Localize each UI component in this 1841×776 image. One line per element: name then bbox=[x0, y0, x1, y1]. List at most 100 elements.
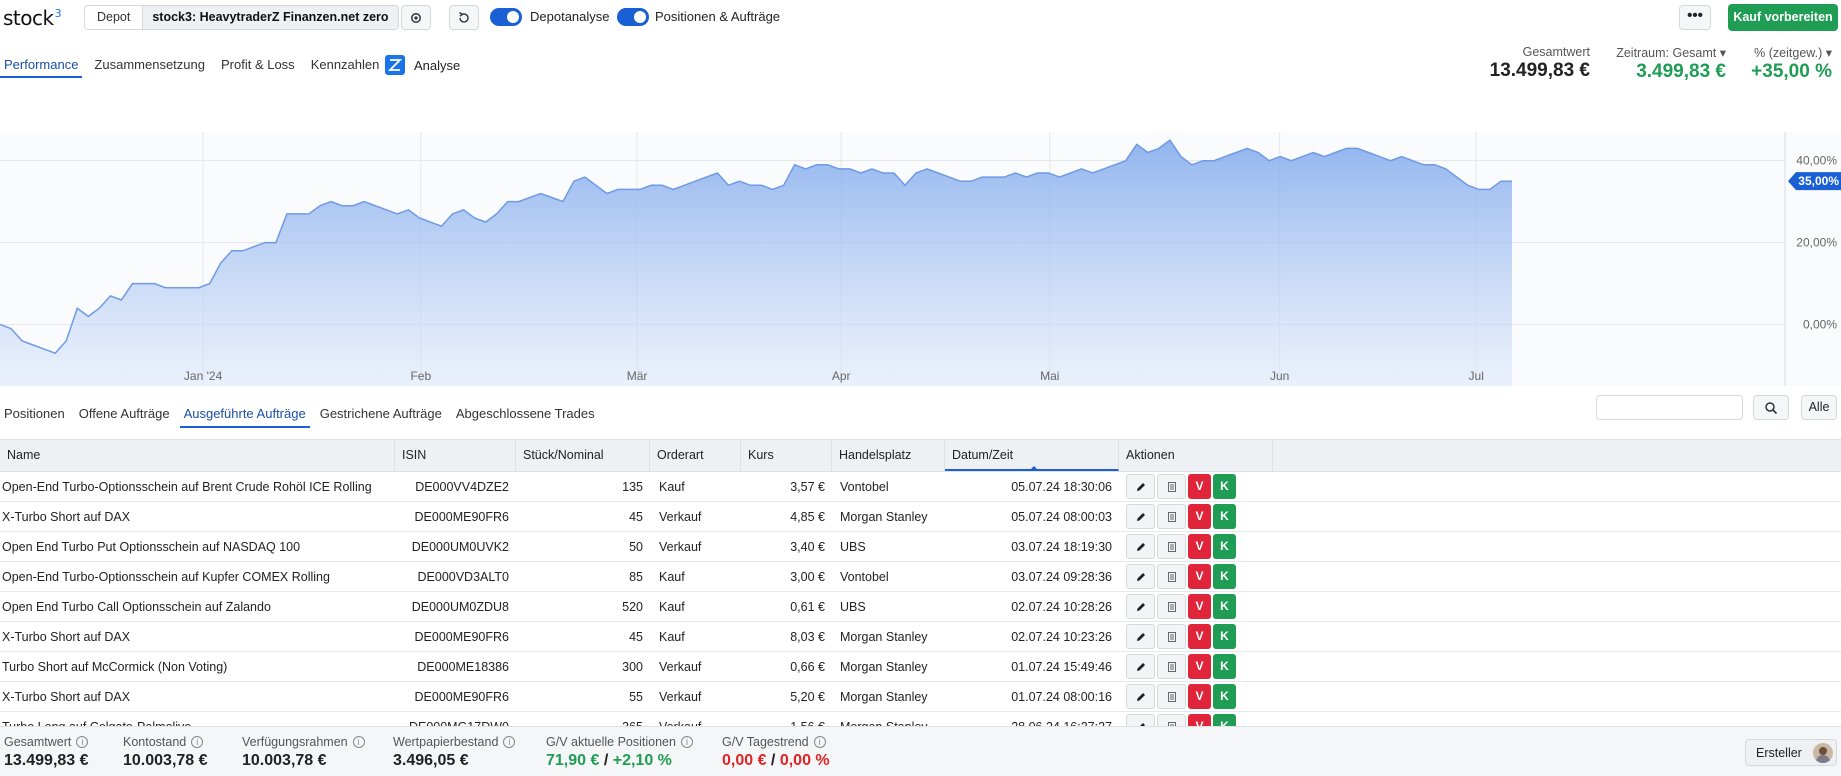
sell-button[interactable]: V bbox=[1188, 594, 1211, 619]
tab-kennzahlen[interactable]: Kennzahlen bbox=[307, 54, 384, 78]
tab-gestrichene-auftraege[interactable]: Gestrichene Aufträge bbox=[316, 403, 446, 428]
alle-button[interactable]: Alle bbox=[1801, 395, 1837, 420]
cell-name: Open End Turbo Call Optionsschein auf Za… bbox=[2, 599, 271, 614]
row-actions: VK bbox=[1119, 684, 1279, 709]
tab-profit-loss[interactable]: Profit & Loss bbox=[217, 54, 299, 78]
sell-button[interactable]: V bbox=[1188, 684, 1211, 709]
table-row[interactable]: X-Turbo Short auf DAX DE000ME90FR6 55 Verka… bbox=[0, 682, 1841, 712]
col-isin[interactable]: ISIN bbox=[395, 440, 516, 471]
info-icon[interactable]: i bbox=[76, 736, 89, 748]
edit-button[interactable] bbox=[1126, 504, 1155, 529]
table-row[interactable]: Open End Turbo Call Optionsschein auf Za… bbox=[0, 592, 1841, 622]
details-button[interactable] bbox=[1157, 504, 1186, 529]
edit-button[interactable] bbox=[1126, 654, 1155, 679]
sell-button[interactable]: V bbox=[1188, 504, 1211, 529]
edit-button[interactable] bbox=[1126, 594, 1155, 619]
stat-pct-label[interactable]: % (zeitgew.) ▾ bbox=[1736, 45, 1832, 60]
stat-period[interactable]: Zeitraum: Gesamt ▾ 3.499,83 € bbox=[1600, 45, 1726, 83]
depot-value[interactable]: stock3: HeavytraderZ Finanzen.net zero bbox=[143, 6, 398, 29]
info-icon[interactable]: i bbox=[191, 736, 204, 748]
tab-offene-auftraege[interactable]: Offene Aufträge bbox=[75, 403, 174, 428]
stat-period-label[interactable]: Zeitraum: Gesamt ▾ bbox=[1600, 45, 1726, 60]
buy-button[interactable]: K bbox=[1213, 534, 1236, 559]
tab-positionen[interactable]: Positionen bbox=[0, 403, 69, 428]
stock3-logo[interactable]: stock3 bbox=[3, 6, 62, 30]
details-button[interactable] bbox=[1157, 594, 1186, 619]
col-price[interactable]: Kurs bbox=[741, 440, 832, 471]
depot-selector[interactable]: Depot stock3: HeavytraderZ Finanzen.net … bbox=[84, 5, 399, 30]
sell-button[interactable]: V bbox=[1188, 654, 1211, 679]
search-input[interactable] bbox=[1596, 395, 1743, 420]
details-button[interactable] bbox=[1157, 624, 1186, 649]
edit-button[interactable] bbox=[1126, 564, 1155, 589]
performance-chart[interactable]: Jan '24 Feb Mär Apr Mai Jun Jul 40,00% 20,00% 0,… bbox=[0, 132, 1841, 386]
buy-button[interactable]: K bbox=[1213, 624, 1236, 649]
footer-gesamtwert: Gesamtwert i 13.499,83 € bbox=[4, 735, 89, 770]
cell-venue: Morgan Stanley bbox=[840, 629, 928, 644]
buy-button[interactable]: K bbox=[1213, 564, 1236, 589]
details-button[interactable] bbox=[1157, 474, 1186, 499]
cell-venue: Morgan Stanley bbox=[840, 509, 928, 524]
footer-wertpapierbestand-label: Wertpapierbestand bbox=[393, 735, 499, 749]
col-datetime[interactable]: Datum/Zeit bbox=[945, 440, 1119, 471]
col-ordertype[interactable]: Orderart bbox=[650, 440, 741, 471]
pencil-icon bbox=[1136, 662, 1145, 671]
sell-button[interactable]: V bbox=[1188, 624, 1211, 649]
sell-button[interactable]: V bbox=[1188, 534, 1211, 559]
document-icon bbox=[1167, 541, 1176, 552]
col-name[interactable]: Name bbox=[0, 440, 395, 471]
details-button[interactable] bbox=[1157, 684, 1186, 709]
table-row[interactable]: Open End Turbo Put Optionsschein auf NAS… bbox=[0, 532, 1841, 562]
tab-abgeschlossene-trades[interactable]: Abgeschlossene Trades bbox=[452, 403, 599, 428]
buy-button[interactable]: K bbox=[1213, 684, 1236, 709]
gv-positions-abs: 71,90 € bbox=[546, 752, 600, 769]
table-row[interactable]: Open-End Turbo-Optionsschein auf Kupfer … bbox=[0, 562, 1841, 592]
edit-button[interactable] bbox=[1126, 684, 1155, 709]
creator-button[interactable]: Ersteller bbox=[1745, 739, 1837, 766]
x-tick-label: Jul bbox=[1469, 369, 1484, 383]
footer-gv-positions: G/V aktuelle Positionen i 71,90 € / +2,10… bbox=[546, 735, 693, 770]
edit-button[interactable] bbox=[1126, 534, 1155, 559]
stat-pct[interactable]: % (zeitgew.) ▾ +35,00 % bbox=[1736, 45, 1832, 83]
depotanalyse-toggle[interactable] bbox=[490, 8, 522, 26]
reset-button[interactable] bbox=[449, 5, 479, 30]
details-button[interactable] bbox=[1157, 534, 1186, 559]
buy-prepare-button[interactable]: Kauf vorbereiten bbox=[1728, 4, 1838, 31]
details-button[interactable] bbox=[1157, 564, 1186, 589]
edit-button[interactable] bbox=[1126, 624, 1155, 649]
table-row[interactable]: Open-End Turbo-Optionsschein auf Brent C… bbox=[0, 472, 1841, 502]
table-row[interactable]: Turbo Short auf McCormick (Non Voting) DE… bbox=[0, 652, 1841, 682]
gv-day-abs: 0,00 € bbox=[722, 752, 767, 769]
analyse-link[interactable]: Analyse bbox=[385, 55, 460, 75]
tab-ausgefuehrte-auftraege[interactable]: Ausgeführte Aufträge bbox=[179, 403, 310, 428]
x-tick-label: Feb bbox=[410, 369, 431, 383]
info-icon[interactable]: i bbox=[503, 736, 516, 748]
edit-button[interactable] bbox=[1126, 474, 1155, 499]
tab-zusammensetzung[interactable]: Zusammensetzung bbox=[90, 54, 209, 78]
buy-button[interactable]: K bbox=[1213, 654, 1236, 679]
info-icon[interactable]: i bbox=[352, 736, 365, 748]
col-venue[interactable]: Handelsplatz bbox=[832, 440, 945, 471]
buy-button[interactable]: K bbox=[1213, 504, 1236, 529]
settings-button[interactable] bbox=[401, 5, 431, 30]
cell-name: X-Turbo Short auf DAX bbox=[2, 689, 131, 704]
table-row[interactable]: X-Turbo Short auf DAX DE000ME90FR6 45 Kauf 8… bbox=[0, 622, 1841, 652]
search-button[interactable] bbox=[1753, 395, 1789, 420]
buy-button[interactable]: K bbox=[1213, 474, 1236, 499]
positionen-toggle[interactable] bbox=[617, 8, 649, 26]
info-icon[interactable]: i bbox=[813, 736, 826, 748]
details-button[interactable] bbox=[1157, 654, 1186, 679]
table-row[interactable]: X-Turbo Short auf DAX DE000ME90FR6 45 Verka… bbox=[0, 502, 1841, 532]
buy-button[interactable]: K bbox=[1213, 594, 1236, 619]
footer-kontostand-label: Kontostand bbox=[123, 735, 187, 749]
col-qty[interactable]: Stück/Nominal bbox=[516, 440, 650, 471]
sell-button[interactable]: V bbox=[1188, 474, 1211, 499]
info-icon[interactable]: i bbox=[680, 736, 693, 748]
table-header: Name ISIN Stück/Nominal Orderart Kurs Ha… bbox=[0, 439, 1841, 472]
tab-performance[interactable]: Performance bbox=[0, 54, 83, 78]
cell-qty: 520 bbox=[622, 599, 643, 614]
cell-qty: 50 bbox=[629, 539, 643, 554]
sell-button[interactable]: V bbox=[1188, 564, 1211, 589]
more-button[interactable]: ••• bbox=[1679, 5, 1711, 30]
cell-isin: DE000ME90FR6 bbox=[414, 629, 510, 644]
